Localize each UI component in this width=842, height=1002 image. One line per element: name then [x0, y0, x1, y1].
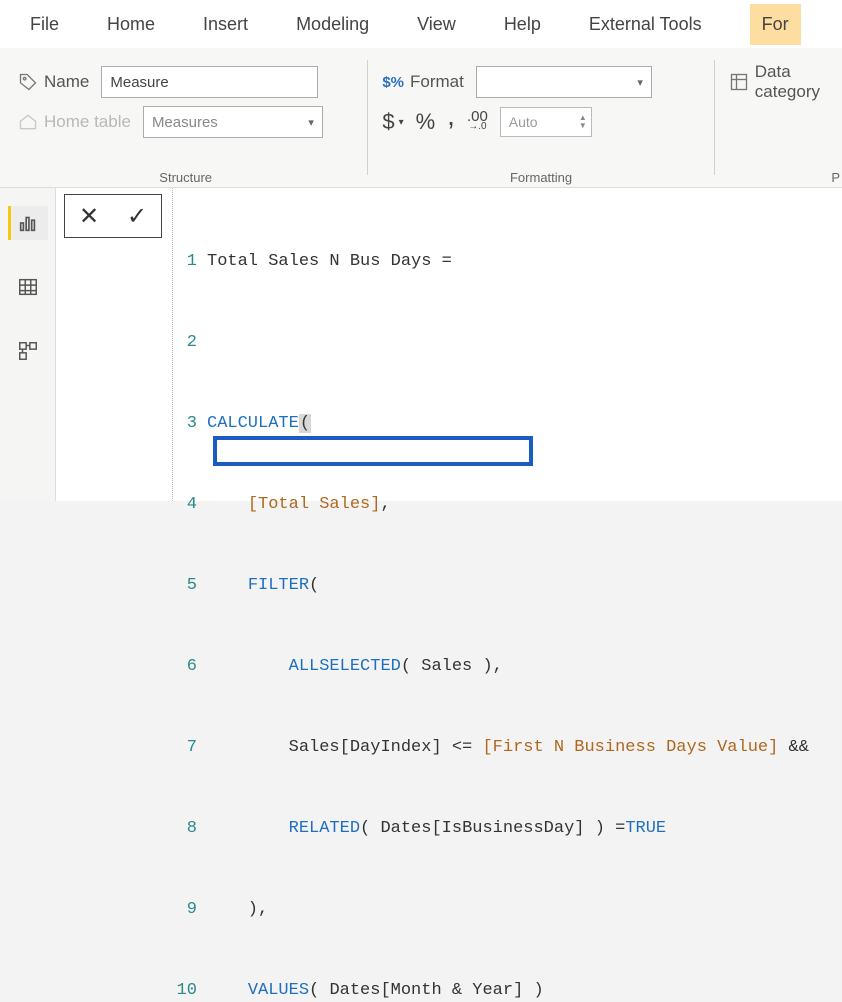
name-label: Name — [44, 72, 89, 92]
line-number: 5 — [173, 572, 207, 599]
line-number: 6 — [173, 653, 207, 680]
menu-insert[interactable]: Insert — [203, 4, 248, 45]
ribbon-group-properties: Data category P — [729, 48, 842, 187]
report-view-button[interactable] — [8, 206, 48, 240]
ribbon-group-formatting: $% Format ▾ $ ▾ % , .00 →.0 — [382, 48, 699, 187]
line-number: 4 — [173, 491, 207, 518]
home-table-icon — [18, 112, 38, 132]
menu-view[interactable]: View — [417, 4, 456, 45]
format-select[interactable]: ▾ — [476, 66, 652, 98]
code-line[interactable]: VALUES( Dates[Month & Year] ) — [207, 977, 842, 1002]
chevron-down-icon: ▾ — [637, 76, 643, 89]
chevron-down-icon: ▾ — [308, 116, 314, 129]
home-table-select[interactable]: Measures ▾ — [143, 106, 323, 138]
menu-modeling[interactable]: Modeling — [296, 4, 369, 45]
menu-format-tab[interactable]: For — [750, 4, 801, 45]
properties-group-label: P — [729, 170, 842, 187]
ribbon: Name Home table Measures ▾ Structure $% … — [0, 48, 842, 188]
name-input[interactable] — [101, 66, 318, 98]
content-area: ✕ ✓ 1Total Sales N Bus Days = 2 3CALCULA… — [0, 188, 842, 501]
line-number: 10 — [173, 977, 207, 1002]
decrease-decimals-button[interactable]: .00 →.0 — [467, 112, 488, 132]
chevron-down-icon: ▾ — [399, 117, 404, 128]
data-view-button[interactable] — [8, 270, 48, 304]
formula-editor[interactable]: 1Total Sales N Bus Days = 2 3CALCULATE( … — [172, 188, 842, 501]
menu-help[interactable]: Help — [504, 4, 541, 45]
home-table-value: Measures — [152, 114, 218, 131]
ribbon-group-structure: Name Home table Measures ▾ Structure — [18, 48, 353, 187]
structure-group-label: Structure — [18, 170, 353, 187]
line-number: 9 — [173, 896, 207, 923]
decimal-places-input[interactable]: Auto ▲▼ — [500, 107, 592, 137]
format-icon: $% — [382, 74, 404, 91]
line-number: 1 — [173, 248, 207, 275]
view-rail — [0, 188, 56, 501]
menu-bar: File Home Insert Modeling View Help Exte… — [0, 0, 842, 48]
code-line[interactable]: [Total Sales], — [207, 491, 842, 518]
code-line[interactable]: CALCULATE( — [207, 410, 842, 437]
menu-external-tools[interactable]: External Tools — [589, 4, 702, 45]
model-view-button[interactable] — [8, 334, 48, 368]
line-number: 7 — [173, 734, 207, 761]
spinner-icon[interactable]: ▲▼ — [579, 114, 587, 130]
data-category-label: Data category — [755, 62, 820, 102]
ribbon-divider — [714, 60, 715, 175]
line-number: 8 — [173, 815, 207, 842]
commit-formula-button[interactable]: ✓ — [127, 202, 147, 231]
menu-file[interactable]: File — [30, 4, 59, 45]
line-number: 2 — [173, 329, 207, 356]
formatting-group-label: Formatting — [382, 170, 699, 187]
ribbon-divider — [367, 60, 368, 175]
code-line[interactable] — [207, 329, 842, 356]
home-table-label: Home table — [44, 112, 131, 132]
data-category-icon — [729, 72, 749, 92]
code-line[interactable]: Total Sales N Bus Days = — [207, 248, 842, 275]
format-label: Format — [410, 72, 464, 92]
menu-home[interactable]: Home — [107, 4, 155, 45]
currency-format-button[interactable]: $ ▾ — [382, 109, 403, 135]
line-number: 3 — [173, 410, 207, 437]
code-line[interactable]: ), — [207, 896, 842, 923]
code-line[interactable]: FILTER( — [207, 572, 842, 599]
formula-bar-area: ✕ ✓ 1Total Sales N Bus Days = 2 3CALCULA… — [56, 188, 842, 501]
code-line[interactable]: Sales[DayIndex] <= [First N Business Day… — [207, 734, 842, 761]
code-line[interactable]: RELATED( Dates[IsBusinessDay] ) =TRUE — [207, 815, 842, 842]
formula-confirm-box: ✕ ✓ — [64, 194, 162, 238]
tag-icon — [18, 72, 38, 92]
auto-label: Auto — [509, 114, 538, 130]
percent-format-button[interactable]: % — [416, 109, 436, 135]
thousands-separator-button[interactable]: , — [447, 111, 455, 121]
cancel-formula-button[interactable]: ✕ — [79, 202, 99, 231]
code-line[interactable]: ALLSELECTED( Sales ), — [207, 653, 842, 680]
